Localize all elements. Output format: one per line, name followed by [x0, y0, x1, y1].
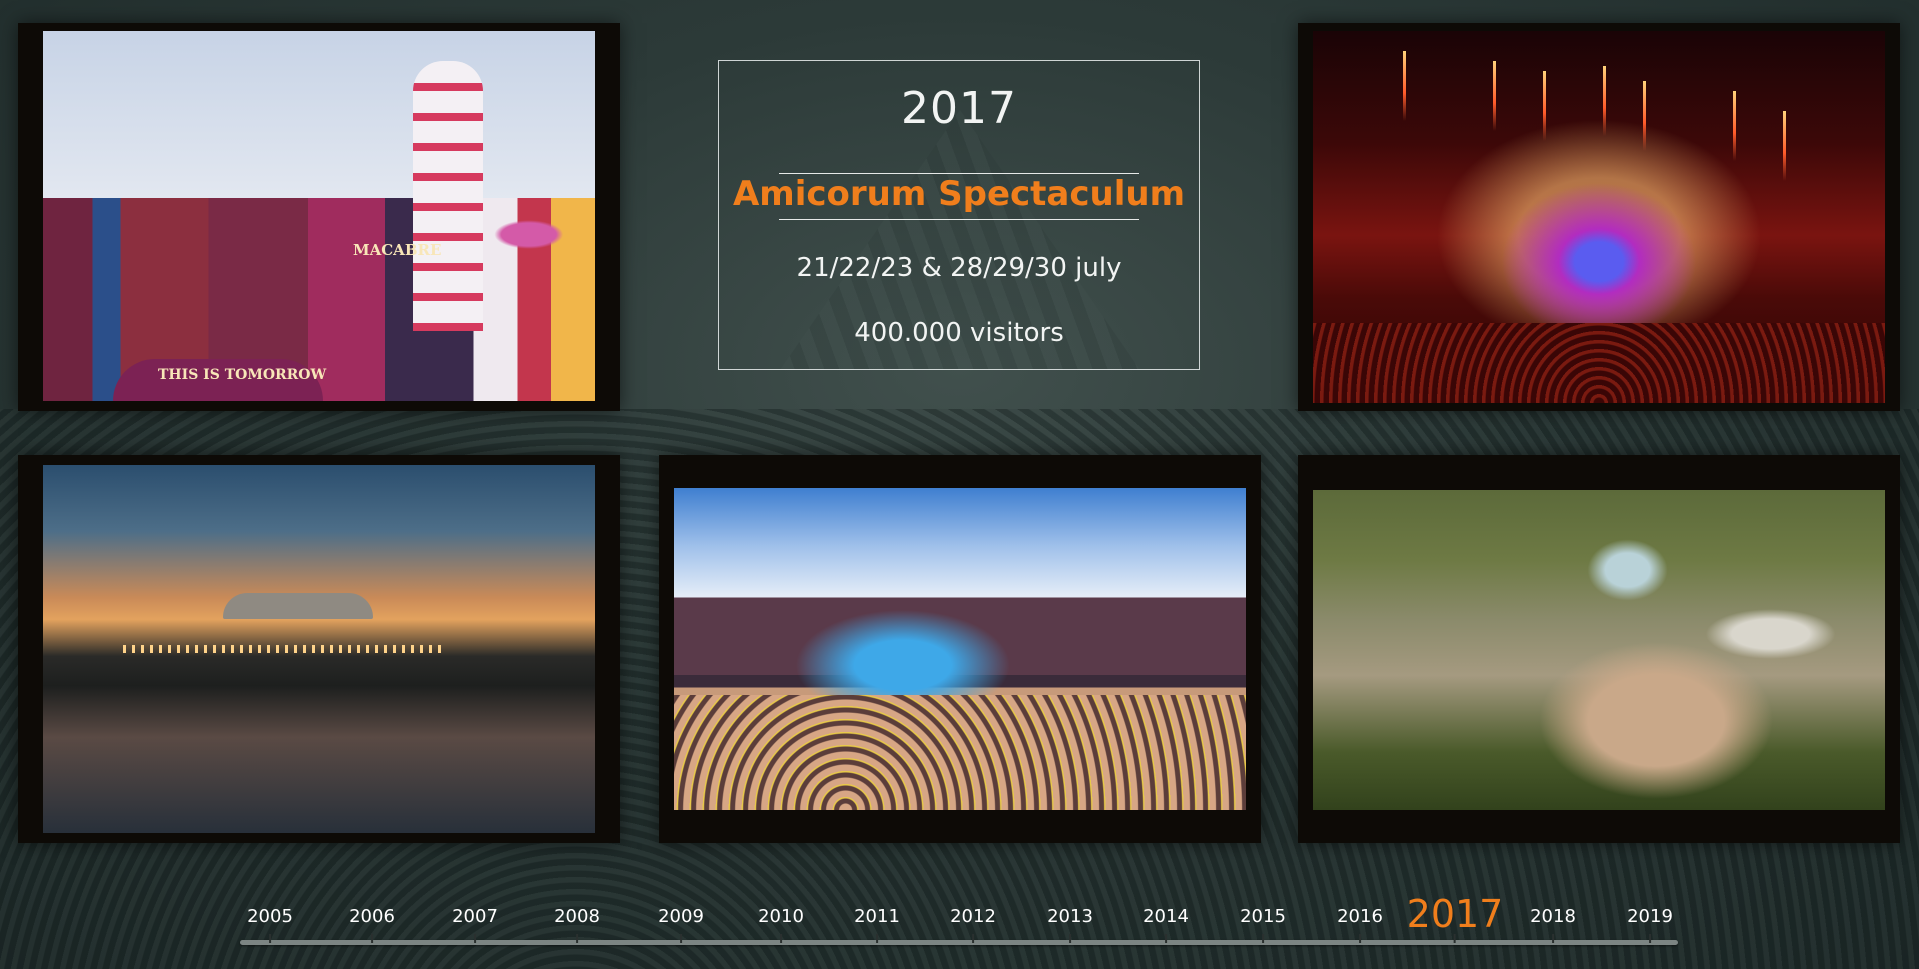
timeline-year-label: 2017 [1406, 892, 1504, 936]
timeline-year-2012[interactable]: 2012 [950, 900, 996, 943]
dome-shape [223, 593, 373, 619]
timeline-year-2017[interactable]: 2017 [1406, 892, 1504, 943]
lighthouse-shape [413, 61, 483, 331]
main-stage-night-photo[interactable] [1298, 23, 1900, 411]
timeline-year-label: 2009 [658, 906, 704, 927]
timeline-tick [972, 934, 974, 943]
timeline-tick [1165, 934, 1167, 943]
this-is-tomorrow-sign: THIS IS TOMORROW [158, 367, 327, 383]
timeline-year-2016[interactable]: 2016 [1337, 900, 1383, 943]
timeline-year-label: 2007 [452, 906, 498, 927]
timeline-tick [1262, 934, 1264, 943]
timeline-year-2006[interactable]: 2006 [349, 900, 395, 943]
divider-bottom [779, 219, 1139, 220]
timeline-tick [269, 934, 271, 943]
timeline-tick [780, 934, 782, 943]
timeline-year-2005[interactable]: 2005 [247, 900, 293, 943]
timeline-tick [371, 934, 373, 943]
edition-visitors: 400.000 visitors [854, 318, 1064, 348]
timeline-tick [576, 934, 578, 943]
main-stage-day-photo[interactable] [659, 455, 1261, 843]
timeline-year-2010[interactable]: 2010 [758, 900, 804, 943]
photo-image [1313, 31, 1885, 403]
timeline-tick [1552, 934, 1554, 943]
timeline-year-label: 2013 [1047, 906, 1093, 927]
photo-image: MACABRE THIS IS TOMORROW [43, 31, 595, 401]
edition-year: 2017 [901, 83, 1017, 134]
timeline-tick [680, 934, 682, 943]
photo-image [1313, 490, 1885, 810]
timeline-year-label: 2012 [950, 906, 996, 927]
photo-image [674, 488, 1246, 810]
photo-image [43, 465, 595, 833]
timeline-year-2019[interactable]: 2019 [1627, 900, 1673, 943]
timeline-year-label: 2005 [247, 906, 293, 927]
timeline-year-2007[interactable]: 2007 [452, 900, 498, 943]
timeline-tick [1069, 934, 1071, 943]
firework-spark [1643, 81, 1646, 151]
timeline-year-2011[interactable]: 2011 [854, 900, 900, 943]
timeline-year-label: 2015 [1240, 906, 1286, 927]
firework-spark [1733, 91, 1736, 161]
timeline-tick [1359, 934, 1361, 943]
timeline-tick [1649, 934, 1651, 943]
timeline-year-label: 2019 [1627, 906, 1673, 927]
timeline-year-label: 2016 [1337, 906, 1383, 927]
aerial-festival-photo[interactable] [1298, 455, 1900, 843]
macabre-sign: MACABRE [353, 241, 442, 259]
circus-facade-photo[interactable]: MACABRE THIS IS TOMORROW [18, 23, 620, 411]
edition-dates: 21/22/23 & 28/29/30 july [796, 253, 1122, 283]
timeline-tick [876, 934, 878, 943]
timeline-year-2018[interactable]: 2018 [1530, 900, 1576, 943]
timeline-year-2009[interactable]: 2009 [658, 900, 704, 943]
timeline-year-2008[interactable]: 2008 [554, 900, 600, 943]
edition-title: Amicorum Spectaculum [732, 174, 1186, 214]
firework-spark [1543, 71, 1546, 141]
timeline-year-label: 2010 [758, 906, 804, 927]
firework-spark [1783, 111, 1786, 181]
timeline-tick [474, 934, 476, 943]
timeline-year-2015[interactable]: 2015 [1240, 900, 1286, 943]
timeline-track[interactable] [240, 940, 1678, 945]
firework-spark [1603, 66, 1606, 136]
timeline-year-label: 2008 [554, 906, 600, 927]
edition-info-panel: 2017 Amicorum Spectaculum 21/22/23 & 28/… [718, 60, 1200, 370]
year-timeline: 2005 2006 2007 2008 2009 2010 2011 2012 2013 2014… [240, 892, 1678, 960]
firework-spark [1493, 61, 1496, 131]
crowd-shape [674, 695, 1246, 810]
timeline-year-label: 2011 [854, 906, 900, 927]
crowd-shape [1313, 323, 1885, 403]
timeline-tick [1454, 934, 1456, 943]
firework-spark [1403, 51, 1406, 121]
timeline-year-2014[interactable]: 2014 [1143, 900, 1189, 943]
string-lights [123, 645, 443, 653]
timeline-year-label: 2018 [1530, 906, 1576, 927]
sunset-lake-photo[interactable] [18, 455, 620, 843]
timeline-year-label: 2006 [349, 906, 395, 927]
timeline-year-label: 2014 [1143, 906, 1189, 927]
timeline-year-2013[interactable]: 2013 [1047, 900, 1093, 943]
